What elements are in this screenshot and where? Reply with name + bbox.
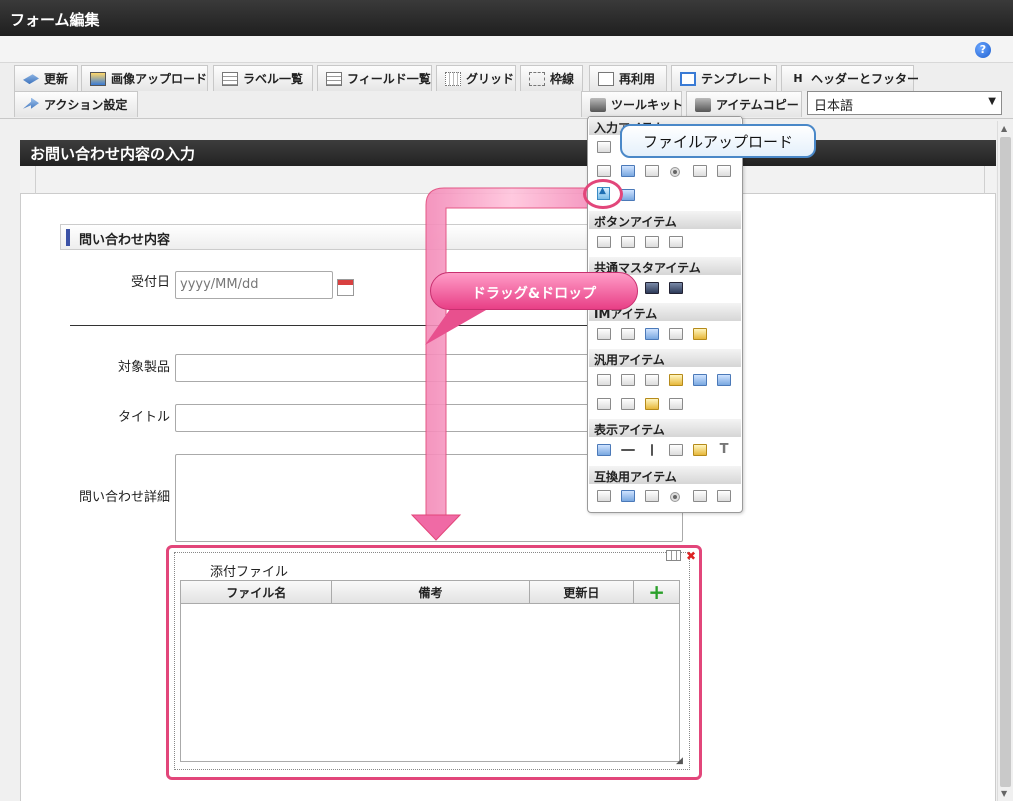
next-button-icon[interactable] xyxy=(621,236,635,248)
download-file-icon[interactable] xyxy=(717,374,731,386)
image-item-icon[interactable] xyxy=(645,328,659,340)
user-master-icon[interactable] xyxy=(645,282,659,294)
label-item-icon[interactable] xyxy=(597,141,611,153)
drag-arrow xyxy=(410,157,637,541)
file-upload-tooltip: ファイルアップロード xyxy=(620,124,816,158)
listbox-item-icon[interactable] xyxy=(717,165,731,177)
text-item-icon[interactable]: T xyxy=(717,443,731,456)
compat-checkbox-icon[interactable] xyxy=(645,490,659,502)
grid-item-icon[interactable] xyxy=(621,189,635,201)
submit-button-icon[interactable] xyxy=(597,236,611,248)
clock-item-icon[interactable] xyxy=(669,328,683,340)
table-item-icon[interactable] xyxy=(621,165,635,177)
checkbox-item-icon[interactable] xyxy=(645,165,659,177)
upload-file-icon[interactable] xyxy=(693,374,707,386)
card-item-icon[interactable] xyxy=(621,398,635,410)
calendar-item-icon[interactable] xyxy=(669,398,683,410)
compat-listbox-icon[interactable] xyxy=(717,490,731,502)
org-master-icon[interactable] xyxy=(669,282,683,294)
palette-section-button: ボタンアイテム xyxy=(589,211,741,229)
compat-select-icon[interactable] xyxy=(693,490,707,502)
stamp-icon[interactable] xyxy=(693,328,707,340)
textbox-item-icon[interactable] xyxy=(597,165,611,177)
clipboard-icon[interactable] xyxy=(597,328,611,340)
palette-section-compat: 互換用アイテム xyxy=(589,466,741,484)
camera-icon[interactable] xyxy=(645,374,659,386)
vline-icon[interactable] xyxy=(651,444,653,456)
hline-icon[interactable] xyxy=(621,449,635,451)
drag-drop-callout: ドラッグ&ドロップ xyxy=(430,272,638,310)
picture-item-icon[interactable] xyxy=(693,444,707,456)
hidden-item-icon[interactable] xyxy=(597,374,611,386)
palette-section-display: 表示アイテム xyxy=(589,419,741,437)
compat-radio-icon[interactable] xyxy=(671,493,679,501)
return-button-icon[interactable] xyxy=(669,236,683,248)
header-item-icon[interactable] xyxy=(597,444,611,456)
box-item-icon[interactable] xyxy=(669,444,683,456)
compat-textbox-icon[interactable] xyxy=(597,490,611,502)
attachment-icon[interactable] xyxy=(621,328,635,340)
select-item-icon[interactable] xyxy=(693,165,707,177)
palette-section-general: 汎用アイテム xyxy=(589,349,741,367)
radio-item-icon[interactable] xyxy=(671,168,679,176)
upload-highlight xyxy=(583,179,623,209)
back-button-icon[interactable] xyxy=(645,236,659,248)
tree-item-icon[interactable] xyxy=(645,398,659,410)
document-item-icon[interactable] xyxy=(621,374,635,386)
compat-table-icon[interactable] xyxy=(621,490,635,502)
panel-item-icon[interactable] xyxy=(597,398,611,410)
lock-icon[interactable] xyxy=(669,374,683,386)
